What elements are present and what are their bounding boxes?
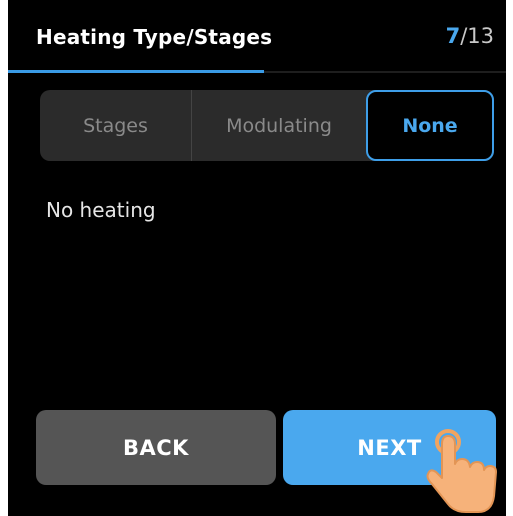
selection-description: No heating [46,198,156,222]
segment-modulating[interactable]: Modulating [191,90,366,161]
step-total: /13 [460,24,494,48]
back-button[interactable]: BACK [36,410,276,485]
segment-stages[interactable]: Stages [40,90,191,161]
page-title: Heating Type/Stages [36,25,273,49]
step-current: 7 [445,24,461,48]
step-indicator: 7/13 [446,24,494,48]
header: Heating Type/Stages 7/13 [8,0,506,74]
thermostat-screen: Heating Type/Stages 7/13 Stages Modulati… [8,0,506,516]
heating-type-selector: Stages Modulating None [40,90,494,161]
segment-none[interactable]: None [366,90,494,161]
tap-hand-icon [426,429,497,513]
progress-bar [8,70,264,73]
